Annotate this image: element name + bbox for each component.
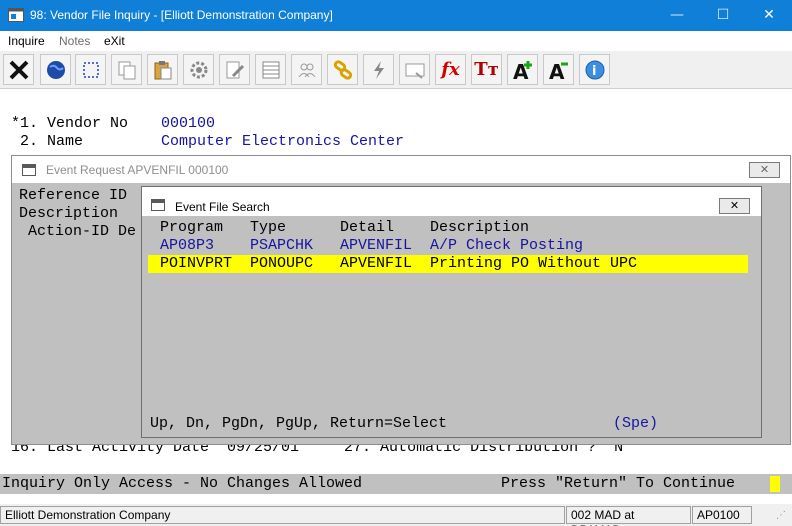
window-icon (22, 164, 36, 176)
font-increase-icon[interactable]: A (507, 54, 538, 85)
event-request-close-button[interactable]: ✕ (749, 162, 780, 178)
name-label: 2. Name (11, 133, 84, 150)
row-program: AP08P3 (160, 237, 215, 254)
window-title: 98: Vendor File Inquiry - [Elliott Demon… (30, 8, 333, 22)
title-bar: 98: Vendor File Inquiry - [Elliott Demon… (0, 0, 792, 31)
list-header: Program Type Detail Description (148, 219, 748, 237)
function-icon[interactable]: fx (435, 54, 466, 85)
vendor-no-label: *1. Vendor No (11, 115, 129, 132)
event-search-close-button[interactable]: ✕ (719, 198, 750, 214)
minimize-button[interactable]: — (654, 0, 700, 31)
row-detail: APVENFIL (340, 237, 413, 254)
screen-icon[interactable] (399, 54, 430, 85)
continue-prompt: Press "Return" To Continue (501, 475, 736, 492)
name-value: Computer Electronics Center (161, 133, 405, 150)
table-icon[interactable] (255, 54, 286, 85)
column-type: Type (250, 219, 287, 236)
menu-bar: Inquire Notes eXit (0, 31, 792, 51)
description-label: Description (19, 205, 119, 222)
resize-grip-icon[interactable]: ⋰ (776, 510, 786, 521)
row-program: POINVPRT (160, 255, 233, 272)
reference-id-label: Reference ID (19, 187, 128, 204)
event-search-titlebar: Event File Search ✕ (142, 187, 761, 216)
event-search-list: Program Type Detail Description AP08P3 P… (148, 216, 755, 437)
event-search-title: Event File Search (175, 200, 270, 214)
column-detail: Detail (340, 219, 395, 236)
text-cursor (770, 476, 780, 492)
help-icon[interactable]: i (579, 54, 610, 85)
column-description: Description (430, 219, 530, 236)
edit-icon[interactable] (219, 54, 250, 85)
session-info: 002 MAD at DB1MAD (566, 506, 691, 526)
users-icon[interactable] (291, 54, 322, 85)
close-icon[interactable] (3, 54, 34, 85)
copy-icon[interactable] (111, 54, 142, 85)
special-keys-hint: (Spe) (613, 415, 659, 432)
event-request-titlebar: Event Request APVENFIL 000100 ✕ (12, 156, 790, 183)
svg-text:i: i (592, 64, 596, 79)
access-message: Inquiry Only Access - No Changes Allowed (2, 475, 363, 492)
row-description: A/P Check Posting (430, 237, 584, 254)
event-file-search-window: Event File Search ✕ Program Type Detail … (141, 186, 762, 438)
row-type: PONOUPC (250, 255, 314, 272)
close-window-button[interactable]: ✕ (746, 0, 792, 31)
lightning-icon[interactable] (363, 54, 394, 85)
status-line: Inquiry Only Access - No Changes Allowed… (0, 474, 792, 494)
company-name: Elliott Demonstration Company (0, 506, 565, 524)
status-bar: Elliott Demonstration Company 002 MAD at… (0, 504, 792, 526)
list-item[interactable]: AP08P3 PSAPCHK APVENFIL A/P Check Postin… (148, 237, 748, 255)
app-icon (8, 8, 24, 22)
action-id-label: Action-ID De (19, 223, 137, 240)
settings-icon[interactable] (183, 54, 214, 85)
toolbar: fx Tт A A i (0, 51, 792, 89)
window-icon (151, 199, 165, 211)
program-id: AP0100 (692, 506, 752, 524)
menu-exit[interactable]: eXit (104, 34, 125, 48)
row-detail: APVENFIL (340, 255, 413, 272)
vendor-no-value: 000100 (161, 115, 216, 132)
event-request-title: Event Request APVENFIL 000100 (46, 163, 229, 177)
paste-icon[interactable] (147, 54, 178, 85)
select-icon[interactable] (75, 54, 106, 85)
navigation-keys-hint: Up, Dn, PgDn, PgUp, Return=Select (150, 415, 448, 432)
menu-notes[interactable]: Notes (59, 34, 90, 48)
font-size-icon[interactable]: Tт (471, 54, 502, 85)
row-description: Printing PO Without UPC (430, 255, 638, 272)
list-item-selected[interactable]: POINVPRT PONOUPC APVENFIL Printing PO Wi… (148, 255, 748, 273)
maximize-button[interactable]: ☐ (700, 0, 746, 31)
font-decrease-icon[interactable]: A (543, 54, 574, 85)
row-type: PSAPCHK (250, 237, 314, 254)
column-program: Program (160, 219, 224, 236)
link-icon[interactable] (327, 54, 358, 85)
globe-icon[interactable] (40, 54, 71, 85)
menu-inquire[interactable]: Inquire (8, 34, 45, 48)
